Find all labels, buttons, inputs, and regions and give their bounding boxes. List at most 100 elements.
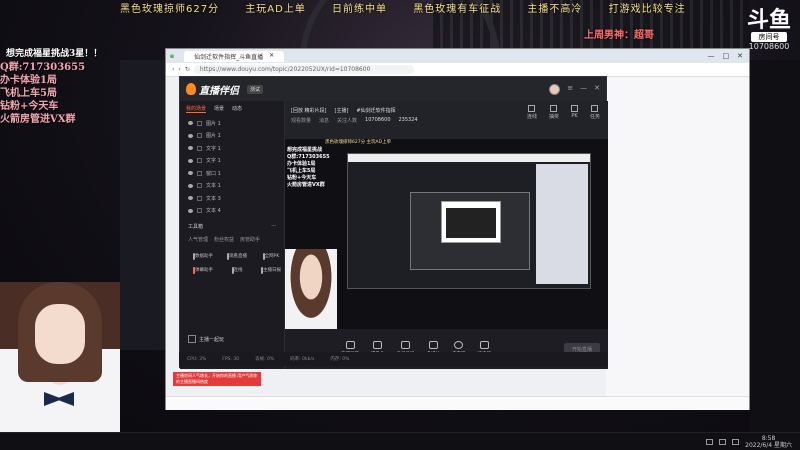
eye-icon[interactable] [188,171,193,176]
ticker-item: 打游戏比较专注 [608,4,686,15]
toolbox-tabs: 人气管理 粉丝权益 房管助手 [180,232,284,247]
url-input[interactable]: https://www.douyu.com/topic/2022052UX/ri… [193,65,414,74]
browser-logo-icon: e [170,52,175,60]
status-cpu: CPU: 3% [187,356,207,362]
page-side-panel [606,77,749,397]
maximize-button[interactable]: □ [723,52,730,60]
speaker-icon [479,341,489,349]
promo-tip[interactable]: 主播房间人气增长，开始你的直播 用户气质你的主播直播间热度 [173,372,261,386]
eye-icon[interactable] [188,158,193,163]
room-logo-mark: 斗鱼 [746,7,791,33]
client-window-controls: ≡ — ✕ [549,83,600,95]
minimize-button[interactable]: — [708,52,715,60]
scene-item[interactable]: 窗口 1 [180,167,284,180]
close-icon[interactable]: ✕ [594,84,600,95]
tab-my-scene[interactable]: 我的场景 [186,105,207,113]
checkbox-icon[interactable] [197,133,202,139]
eye-icon[interactable] [188,146,193,151]
client-logo: 直播伴侣 [186,82,239,97]
network-icon[interactable] [706,438,714,445]
checkbox-icon[interactable] [197,145,202,151]
more-icon[interactable]: ··· [271,223,276,230]
checkbox-icon[interactable] [197,158,202,164]
scene-item[interactable]: 文字 1 [180,155,284,168]
tab-popularity[interactable]: 人气管理 [188,236,208,243]
ime-icon[interactable] [732,438,740,445]
action-label: PK [571,113,578,119]
action-pk[interactable]: PK [570,105,578,120]
room-role: [主播] [334,107,349,114]
eye-icon[interactable] [188,121,193,126]
checkbox-icon[interactable] [197,208,202,214]
refresh-icon[interactable]: ↻ [185,66,190,73]
system-tray: 8:58 2022/6/4 星期六 [706,435,800,449]
tool-pk[interactable]: 全网PK [256,253,286,260]
status-drop: 丢帧: 0% [255,357,275,362]
action-task[interactable]: 任务 [590,105,600,120]
scene-label: 窗口 1 [206,170,221,177]
task-icon [591,105,599,112]
nested-capture-side [536,164,588,284]
stat-room-id: 10708600 [365,117,391,123]
clock[interactable]: 8:58 2022/6/4 星期六 [745,435,792,449]
tab-room-admin[interactable]: 房管助手 [240,236,260,243]
side-notes: 想完成福星挑战3星！！ Q群:717303655 办卡体验1局 飞机上车5局 钻… [0,48,130,126]
back-icon[interactable]: ‹ [172,66,174,73]
toolbox-title: 工具箱 [188,224,204,230]
volume-icon[interactable] [719,438,727,445]
eye-icon[interactable] [188,208,193,213]
taskbar: 8:58 2022/6/4 星期六 [0,432,800,450]
add-companion-button[interactable]: 主播一起玩 [188,335,224,343]
scene-tabs: 我的场景 场景 动态 [180,101,284,117]
scene-label: 图片 1 [206,120,221,127]
room-number: 10708600 [748,42,790,51]
scene-item[interactable]: 文本 1 [180,180,284,193]
stream-ticker: 黑色玫瑰掠师627分 主玩AD上单 日前练中单 黑色玫瑰有车征战 主播不高冷 打… [120,0,685,15]
checkbox-icon[interactable] [197,120,202,126]
checkbox-icon[interactable] [197,195,202,201]
desktop: 黑色玫瑰掠师627分 主玩AD上单 日前练中单 黑色玫瑰有车征战 主播不高冷 打… [0,0,800,450]
nested-capture-header [348,154,590,162]
tool-link[interactable]: 连线 [222,267,252,274]
checkbox-icon[interactable] [197,170,202,176]
scene-label: 文本 4 [206,208,221,215]
tab-fans[interactable]: 粉丝权益 [214,236,234,243]
scene-label: 文字 1 [206,158,221,165]
browser-tab-title: 仙剑迁软件指挥_斗鱼直播 [194,53,264,61]
action-label: 抽奖 [548,114,559,120]
stream-preview[interactable]: 黑色玫瑰掠师627分 主玩AD上单 想完成福星挑战 Q群:717303655 办… [285,139,608,329]
scene-item[interactable]: 文本 3 [180,192,284,205]
tool-data-assistant[interactable]: 数据助手 [188,253,218,260]
tool-daily-report[interactable]: 主播日报 [256,267,286,274]
close-button[interactable]: ✕ [737,52,743,60]
eye-icon[interactable] [188,196,193,201]
scene-item[interactable]: 图片 1 [180,117,284,130]
clock-time: 8:58 [761,434,776,442]
ticker-item: 黑色玫瑰掠师627分 [325,140,366,145]
tab-dynamic[interactable]: 动态 [232,105,242,113]
action-lottery[interactable]: 抽奖 [549,105,559,120]
side-note: 钻粉+今天车 [0,101,59,112]
avatar[interactable] [549,83,561,95]
tool-watch-live[interactable]: 观看直播 [222,253,252,260]
side-note: 火箭房管进VX群 [0,114,76,125]
browser-tab[interactable]: 仙剑迁软件指挥_斗鱼直播 ✕ [184,50,285,62]
stat-label: 观看数量 [291,117,312,124]
menu-icon[interactable]: ≡ [567,84,573,95]
scene-item[interactable]: 图片 1 [180,130,284,143]
preview-camera [285,249,337,329]
minimize-icon[interactable]: — [580,84,587,95]
scene-item[interactable]: 文本 4 [180,205,284,218]
tool-danmaku[interactable]: 弹幕助手 [188,267,218,274]
room-topic[interactable]: #仙剑迁软件指挥 [356,107,395,114]
forward-icon[interactable]: › [178,66,180,73]
eye-icon[interactable] [188,133,193,138]
action-link[interactable]: 连线 [527,105,537,120]
tab-scene[interactable]: 场景 [214,105,224,113]
ticker-item: 日前练中单 [332,4,388,15]
close-icon[interactable]: ✕ [269,52,274,61]
checkbox-icon[interactable] [197,183,202,189]
preview-note: 火箭房管进VX群 [287,182,325,188]
eye-icon[interactable] [188,183,193,188]
scene-item[interactable]: 文字 1 [180,142,284,155]
